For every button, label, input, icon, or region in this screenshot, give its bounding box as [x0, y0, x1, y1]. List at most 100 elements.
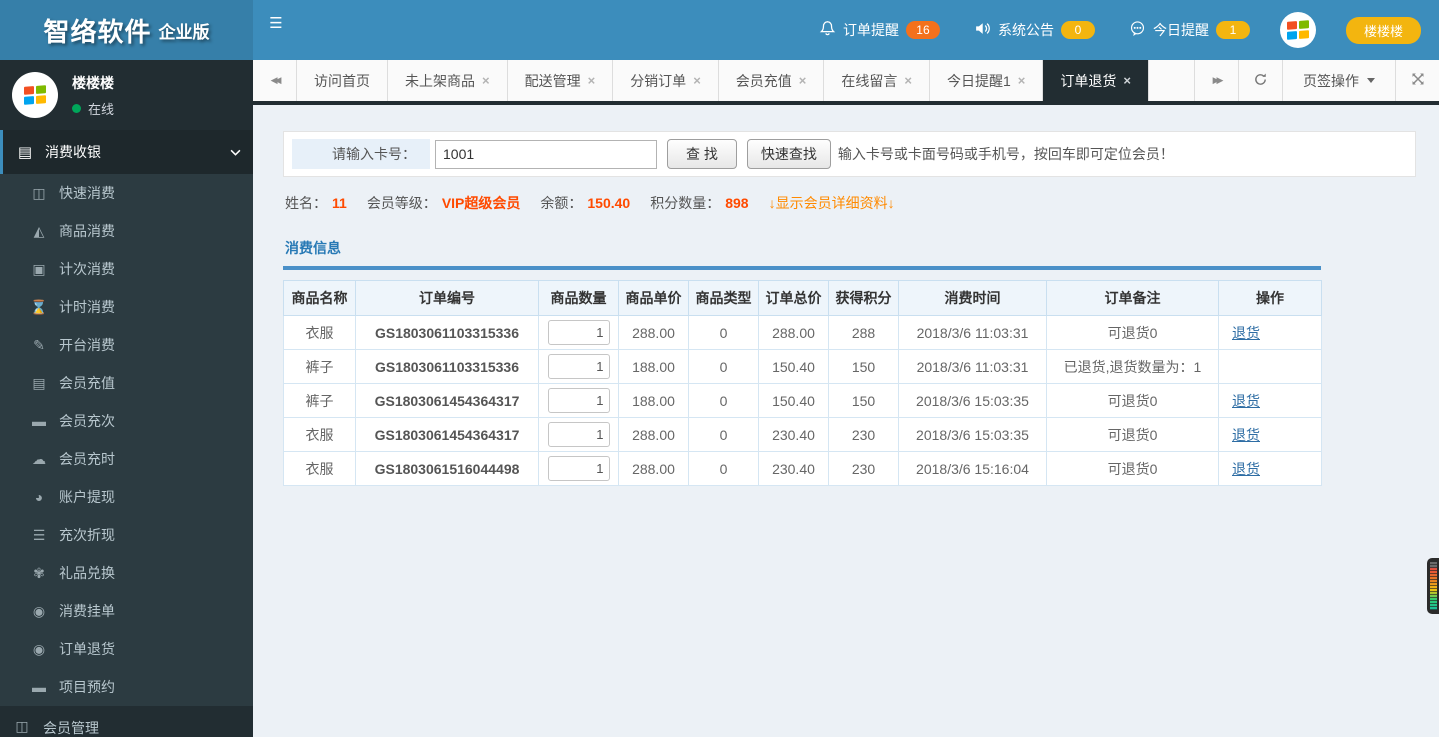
tab-operations-button[interactable]: 页签操作 — [1282, 60, 1395, 101]
sidebar-item-label: 开台消费 — [59, 337, 115, 353]
sidebar-item[interactable]: ⌛ 计时消费 — [0, 288, 253, 326]
product-name-cell: 裤子 — [283, 349, 356, 384]
sidebar-item-label: 账户提现 — [59, 489, 115, 505]
expand-icon — [1411, 72, 1425, 89]
user-avatar[interactable] — [1279, 12, 1316, 48]
column-header: 操作 — [1218, 280, 1322, 316]
quantity-input[interactable] — [547, 422, 610, 447]
tab-item[interactable]: 今日提醒1 × — [930, 60, 1044, 101]
app-logo[interactable]: 智络软件 企业版 — [0, 0, 253, 60]
tabs-scroll-right-button[interactable]: ▶▶ — [1194, 60, 1238, 101]
quantity-input[interactable] — [547, 320, 610, 345]
theme-picker-widget[interactable] — [1427, 558, 1439, 614]
refresh-tab-button[interactable] — [1238, 60, 1282, 101]
tab-label: 配送管理 — [524, 72, 581, 89]
tab-item[interactable]: 在线留言 × — [824, 60, 930, 101]
chat-icon — [1129, 20, 1146, 40]
tab-close-icon[interactable]: × — [588, 73, 596, 88]
column-header: 商品类型 — [688, 280, 759, 316]
fullscreen-button[interactable] — [1395, 60, 1439, 101]
notification-item[interactable]: 今日提醒 1 — [1129, 20, 1250, 40]
tab-close-icon[interactable]: × — [799, 73, 807, 88]
consume-time-cell: 2018/3/6 11:03:31 — [898, 315, 1047, 350]
sidebar-item[interactable]: ▣ 计次消费 — [0, 250, 253, 288]
sidebar-item[interactable]: ▬ 项目预约 — [0, 668, 253, 706]
caret-down-icon — [1367, 78, 1375, 83]
tab-close-icon[interactable]: × — [482, 73, 490, 88]
sidebar-item[interactable]: ✎ 开台消费 — [0, 326, 253, 364]
windows-logo-icon — [1286, 20, 1309, 40]
username-button[interactable]: 楼楼楼 — [1345, 16, 1421, 44]
return-goods-link[interactable]: 退货 — [1232, 461, 1260, 477]
tab-label: 未上架商品 — [405, 72, 475, 89]
quantity-cell — [538, 315, 619, 350]
double-left-arrow-icon: ◀◀ — [270, 75, 282, 85]
sidebar-avatar[interactable] — [12, 72, 58, 118]
tab-close-icon[interactable]: × — [1018, 73, 1026, 88]
sidebar-item[interactable]: ▬ 会员充次 — [0, 402, 253, 440]
order-total-cell: 288.00 — [758, 315, 829, 350]
quick-find-button[interactable]: 快速查找 — [746, 139, 831, 169]
notification-item[interactable]: 系统公告 0 — [974, 20, 1095, 40]
sidebar-item[interactable]: ◉ 消费挂单 — [0, 592, 253, 630]
table-body: 衣服GS1803061103315336288.000288.002882018… — [283, 315, 1322, 486]
card-number-input[interactable] — [435, 139, 657, 169]
tab-label: 订单退货 — [1060, 72, 1117, 89]
hamburger-icon: ☰ — [269, 15, 283, 32]
tab-item[interactable]: 配送管理 × — [508, 60, 614, 101]
quantity-input[interactable] — [547, 388, 610, 413]
card-number-label: 请输入卡号： — [292, 139, 430, 169]
tab-item[interactable]: 会员充值 × — [719, 60, 825, 101]
product-type-cell: 0 — [688, 451, 759, 486]
column-header: 商品名称 — [283, 280, 356, 316]
notification-count-badge: 16 — [905, 21, 940, 39]
online-status-label: 在线 — [88, 101, 115, 117]
return-goods-link[interactable]: 退货 — [1232, 393, 1260, 409]
sidebar-section-members[interactable]: ◫ 会员管理 — [0, 706, 253, 736]
sidebar-item-label: 礼品兑换 — [59, 565, 115, 581]
briefcase-icon: ▣ — [32, 260, 46, 277]
quantity-input[interactable] — [547, 456, 610, 481]
sidebar-section-cashier[interactable]: ▤ 消费收银 — [0, 130, 253, 174]
member-name-value: 11 — [332, 195, 347, 211]
sidebar-item[interactable]: ◉ 订单退货 — [0, 630, 253, 668]
order-total-cell: 150.40 — [758, 349, 829, 384]
credit-card-icon: ▬ — [32, 413, 46, 429]
notification-count-badge: 0 — [1060, 21, 1095, 39]
member-points-label: 积分数量： — [650, 195, 721, 211]
sidebar-item[interactable]: ☁ 会员充时 — [0, 440, 253, 478]
sidebar-item[interactable]: ◕ 账户提现 — [0, 478, 253, 516]
sidebar-item[interactable]: ✾ 礼品兑换 — [0, 554, 253, 592]
tab-close-icon[interactable]: × — [1123, 73, 1131, 88]
sidebar-item[interactable]: ◭ 商品消费 — [0, 212, 253, 250]
sidebar-toggle-button[interactable]: ☰ — [253, 0, 299, 60]
pie-chart-icon: ◕ — [34, 489, 44, 505]
order-number-cell: GS1803061454364317 — [355, 417, 539, 452]
tab-close-icon[interactable]: × — [904, 73, 912, 88]
tab-item[interactable]: 访问首页 — [297, 60, 388, 101]
consume-time-cell: 2018/3/6 15:03:35 — [898, 417, 1047, 452]
tab-item-active[interactable]: 订单退货 × — [1043, 60, 1149, 101]
sidebar-item[interactable]: ◫ 快速消费 — [0, 174, 253, 212]
tab-item[interactable]: 分销订单 × — [613, 60, 719, 101]
top-header: 智络软件 企业版 ☰ 订单提醒 16 系统公告 0 今日提醒 1 楼楼楼 — [0, 0, 1439, 60]
windows-logo-icon — [24, 85, 46, 105]
return-goods-link[interactable]: 退货 — [1232, 427, 1260, 443]
member-points-value: 898 — [725, 195, 749, 211]
quantity-cell — [538, 417, 619, 452]
column-header: 订单编号 — [355, 280, 539, 316]
sidebar-item[interactable]: ▤ 会员充值 — [0, 364, 253, 402]
sidebar-item[interactable]: ☰ 充次折现 — [0, 516, 253, 554]
find-button[interactable]: 查 找 — [667, 139, 737, 169]
member-level-value: VIP超级会员 — [441, 195, 521, 211]
quantity-input[interactable] — [547, 354, 610, 379]
points-earned-cell: 150 — [828, 383, 899, 418]
return-goods-link[interactable]: 退货 — [1232, 325, 1260, 341]
tab-item[interactable]: 未上架商品 × — [388, 60, 508, 101]
tab-close-icon[interactable]: × — [693, 73, 701, 88]
notification-group: 订单提醒 16 系统公告 0 今日提醒 1 — [819, 20, 1250, 40]
tabs-scroll-left-button[interactable]: ◀◀ — [253, 60, 297, 101]
notification-item[interactable]: 订单提醒 16 — [819, 20, 940, 40]
show-member-details-link[interactable]: ↓显示会员详细资料↓ — [769, 193, 895, 213]
sidebar: 楼楼楼 在线 ▤ 消费收银 ◫ 快速消费 ◭ 商品消费 ▣ 计次消费 ⌛ 计时消费 ✎ 开台消费 ▤… — [0, 60, 253, 737]
